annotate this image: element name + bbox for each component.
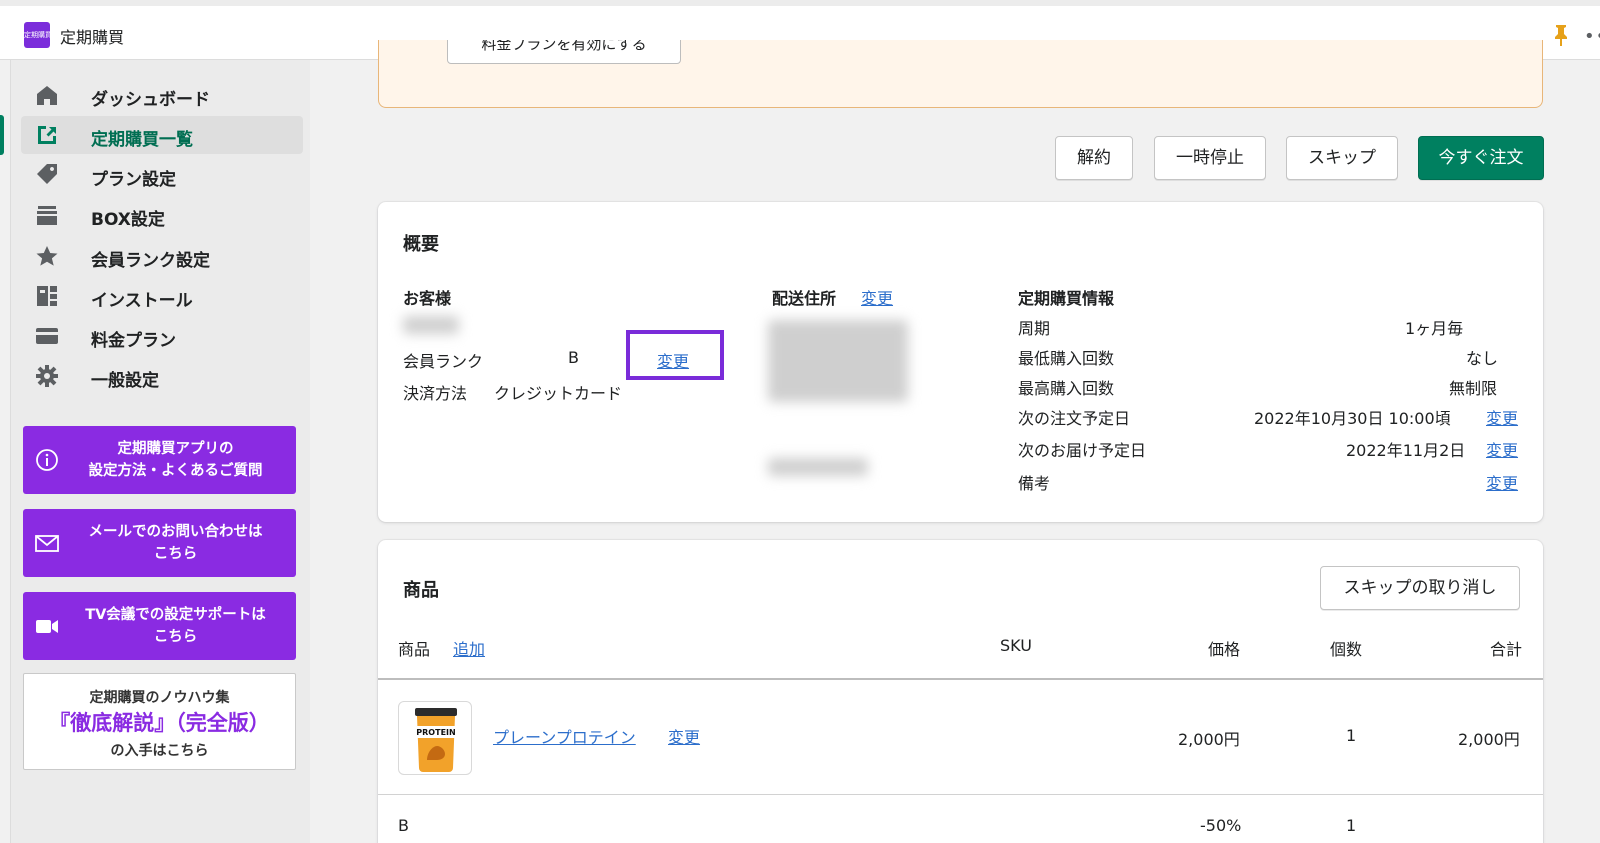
- credit-card-icon: [36, 328, 58, 344]
- payment-method-label: 決済方法: [403, 384, 468, 403]
- notes-change-link[interactable]: 変更: [1486, 470, 1518, 494]
- highlight-box: [626, 330, 724, 380]
- install-icon: [37, 286, 57, 306]
- next-delivery-value: 2022年11月2日: [1346, 441, 1466, 460]
- video-icon: [36, 620, 58, 633]
- star-icon: [36, 246, 58, 266]
- tag-icon: [37, 164, 57, 184]
- shipping-change-link[interactable]: 変更: [861, 285, 893, 309]
- subscription-list-icon: [38, 126, 56, 144]
- next-delivery-change-link[interactable]: 変更: [1486, 437, 1518, 461]
- row-divider: [378, 794, 1543, 795]
- discount-rank-label: B: [398, 816, 409, 835]
- mail-icon: [35, 535, 59, 552]
- min-purchases-value: なし: [1466, 349, 1499, 368]
- sidebar-item-general[interactable]: 一般設定: [21, 357, 303, 395]
- customer-heading: お客様: [403, 289, 452, 308]
- sidebar-item-subscriptions[interactable]: 定期購買一覧: [21, 116, 303, 154]
- column-header-qty: 個数: [1330, 640, 1363, 659]
- skip-button[interactable]: スキップ: [1286, 136, 1398, 180]
- sidebar-item-label: 定期購買一覧: [91, 130, 193, 150]
- overview-card: 概要 お客様 会員ランク B 変更 決済方法 クレジットカード 配送住所 変更 …: [378, 202, 1543, 522]
- gear-icon: [36, 365, 58, 387]
- sidebar-item-box[interactable]: BOX設定: [21, 196, 303, 234]
- protein-image: PROTEIN: [415, 708, 457, 772]
- customer-name-redacted: [403, 316, 459, 334]
- shipping-address-redacted: [768, 320, 908, 402]
- box-icon: [37, 206, 57, 225]
- plan-warning-banner: 料金プランを有効にする: [378, 40, 1543, 108]
- next-delivery-label: 次のお届け予定日: [1018, 441, 1147, 460]
- sidebar-item-label: 一般設定: [91, 371, 159, 391]
- knowhow-banner[interactable]: 定期購買のノウハウ集 『徹底解説』（完全版） の入手はこちら: [23, 673, 296, 770]
- header-divider: [378, 678, 1543, 680]
- knowhow-title: 定期購買のノウハウ集: [89, 690, 230, 706]
- svg-text:PROTEIN: PROTEIN: [416, 728, 455, 737]
- active-nav-indicator: [0, 115, 4, 155]
- subscription-info-heading: 定期購買情報: [1018, 289, 1115, 308]
- sidebar-item-label: ダッシュボード: [91, 90, 210, 110]
- product-thumbnail: PROTEIN: [398, 701, 472, 775]
- payment-method-value: クレジットカード: [494, 384, 623, 403]
- sidebar-item-dashboard[interactable]: ダッシュボード: [21, 76, 303, 114]
- min-purchases-label: 最低購入回数: [1018, 349, 1115, 368]
- add-product-link[interactable]: 追加: [453, 636, 485, 660]
- cycle-label: 周期: [1018, 319, 1051, 338]
- product-price: 2,000円: [1178, 730, 1240, 749]
- products-card: 商品 スキップの取り消し 商品 追加 SKU 価格 個数 合計 PROTEIN …: [378, 540, 1543, 843]
- app-title: 定期購買: [60, 28, 125, 47]
- discount-qty: 1: [1346, 816, 1357, 835]
- pause-button[interactable]: 一時停止: [1154, 136, 1266, 180]
- sidebar-item-label: プラン設定: [91, 170, 176, 190]
- mail-promo-button[interactable]: メールでのお問い合わせは こちら: [23, 509, 296, 577]
- sidebar-item-label: 会員ランク設定: [91, 251, 210, 271]
- sidebar-item-install[interactable]: インストール: [21, 277, 303, 315]
- app-logo: 定期購買: [24, 22, 50, 48]
- knowhow-headline: 『徹底解説』（完全版）: [49, 711, 270, 735]
- member-rank-label: 会員ランク: [403, 352, 484, 371]
- column-header-product: 商品: [398, 640, 431, 659]
- video-promo-button[interactable]: TV会議での設定サポートは こちら: [23, 592, 296, 660]
- next-order-value: 2022年10月30日 10:00頃: [1254, 409, 1451, 428]
- sidebar-item-pricing[interactable]: 料金プラン: [21, 317, 303, 355]
- column-header-total: 合計: [1490, 640, 1523, 659]
- shipping-phone-redacted: [768, 458, 868, 476]
- sidebar-item-label: BOX設定: [91, 210, 165, 230]
- next-order-label: 次の注文予定日: [1018, 409, 1131, 428]
- product-name-link[interactable]: プレーンプロテイン: [493, 724, 636, 748]
- member-rank-value: B: [568, 348, 579, 367]
- activate-plan-button[interactable]: 料金プランを有効にする: [447, 40, 681, 64]
- pin-icon[interactable]: [1552, 24, 1570, 46]
- max-purchases-label: 最高購入回数: [1018, 379, 1115, 398]
- promo-label: 定期購買アプリの 設定方法・よくあるご質問: [88, 441, 263, 479]
- cancel-skip-button[interactable]: スキップの取り消し: [1320, 566, 1520, 610]
- sidebar-item-label: 料金プラン: [91, 331, 176, 351]
- faq-promo-button[interactable]: 定期購買アプリの 設定方法・よくあるご質問: [23, 426, 296, 494]
- column-header-sku: SKU: [1000, 636, 1032, 655]
- overview-title: 概要: [403, 234, 439, 255]
- cycle-value: 1ヶ月毎: [1405, 319, 1464, 338]
- knowhow-cta: の入手はこちら: [110, 743, 209, 759]
- info-icon: [36, 449, 58, 471]
- product-total: 2,000円: [1458, 730, 1520, 749]
- shipping-heading: 配送住所: [772, 289, 837, 308]
- more-icon[interactable]: ••: [1584, 26, 1600, 47]
- cancel-subscription-button[interactable]: 解約: [1055, 136, 1133, 180]
- notes-label: 備考: [1018, 474, 1051, 493]
- products-title: 商品: [403, 580, 439, 601]
- column-header-price: 価格: [1208, 640, 1241, 659]
- sidebar-item-member-rank[interactable]: 会員ランク設定: [21, 237, 303, 275]
- promo-label: TV会議での設定サポートは こちら: [85, 607, 266, 645]
- promo-label: メールでのお問い合わせは こちら: [88, 524, 263, 562]
- sidebar-item-plans[interactable]: プラン設定: [21, 156, 303, 194]
- product-qty: 1: [1346, 726, 1357, 745]
- product-change-link[interactable]: 変更: [668, 724, 700, 748]
- next-order-change-link[interactable]: 変更: [1486, 405, 1518, 429]
- max-purchases-value: 無制限: [1449, 379, 1498, 398]
- discount-price: -50%: [1200, 816, 1242, 835]
- home-icon: [37, 86, 57, 105]
- sidebar-item-label: インストール: [91, 291, 193, 311]
- order-now-button[interactable]: 今すぐ注文: [1418, 136, 1544, 180]
